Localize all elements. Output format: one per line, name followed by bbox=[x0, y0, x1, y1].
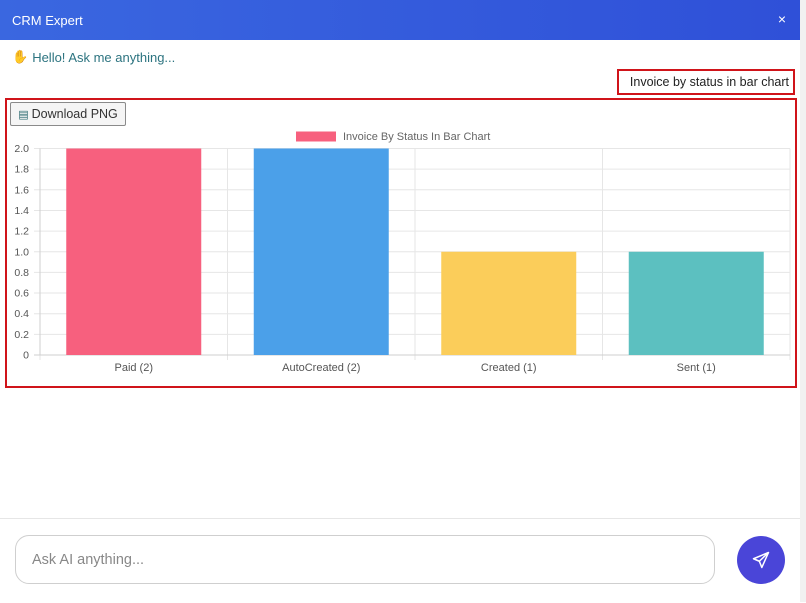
category-label: AutoCreated (2) bbox=[282, 362, 360, 374]
y-tick-label: 1.8 bbox=[14, 164, 29, 176]
y-tick-label: 0 bbox=[23, 350, 29, 362]
send-button[interactable] bbox=[737, 536, 785, 584]
download-png-button[interactable]: ▤ Download PNG bbox=[10, 102, 126, 126]
download-png-label: Download PNG bbox=[31, 107, 118, 121]
bar bbox=[628, 251, 764, 355]
y-tick-label: 2.0 bbox=[14, 143, 29, 155]
y-tick-label: 1.6 bbox=[14, 184, 29, 196]
bar bbox=[441, 251, 577, 355]
y-tick-label: 1.0 bbox=[14, 246, 29, 258]
y-tick-label: 0.2 bbox=[14, 329, 29, 341]
bar bbox=[253, 148, 389, 355]
send-icon bbox=[752, 551, 770, 569]
legend-swatch bbox=[296, 131, 336, 142]
bar-chart: 0 0.2 0.4 0.6 0.8 1.0 1.2 1.4 1.6 1.8 2.0 Paid (2) A… bbox=[14, 131, 791, 374]
y-tick-label: 1.4 bbox=[14, 205, 29, 217]
y-tick-label: 1.2 bbox=[14, 226, 29, 238]
y-tick-label: 0.6 bbox=[14, 288, 29, 300]
category-label: Sent (1) bbox=[677, 362, 716, 374]
category-label: Created (1) bbox=[481, 362, 537, 374]
ask-input[interactable] bbox=[15, 535, 715, 584]
y-tick-label: 0.4 bbox=[14, 308, 29, 320]
bar bbox=[66, 148, 202, 355]
y-tick-label: 0.8 bbox=[14, 267, 29, 279]
category-label: Paid (2) bbox=[114, 362, 153, 374]
legend-label: Invoice By Status In Bar Chart bbox=[343, 131, 490, 143]
floppy-disk-icon: ▤ bbox=[18, 108, 29, 121]
